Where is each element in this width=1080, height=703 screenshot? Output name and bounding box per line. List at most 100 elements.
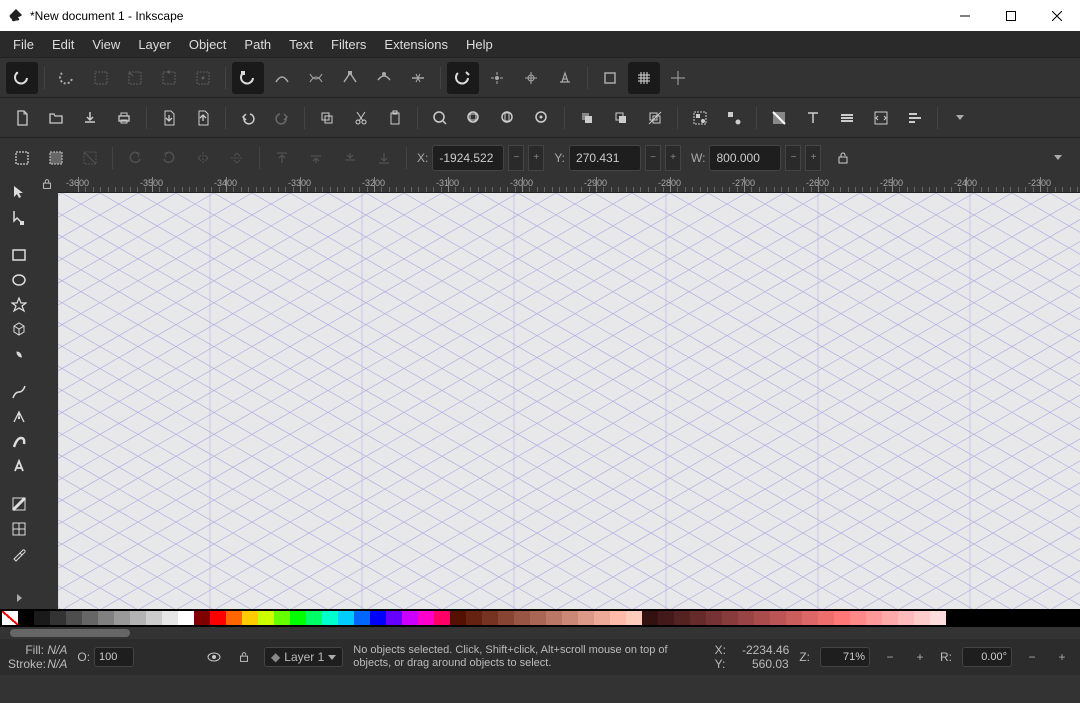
snap-guide-button[interactable] bbox=[662, 62, 694, 94]
vertical-ruler[interactable] bbox=[38, 191, 58, 609]
rotation-input[interactable] bbox=[962, 647, 1012, 667]
rotate-ccw[interactable]: − bbox=[1022, 647, 1042, 667]
swatch[interactable] bbox=[754, 611, 770, 625]
group-button[interactable] bbox=[684, 102, 716, 134]
opacity-input[interactable] bbox=[94, 647, 134, 667]
zoom-center-button[interactable] bbox=[526, 102, 558, 134]
zoom-input[interactable] bbox=[820, 647, 870, 667]
swatch[interactable] bbox=[434, 611, 450, 625]
swatch[interactable] bbox=[210, 611, 226, 625]
swatch[interactable] bbox=[98, 611, 114, 625]
zoom-drawing-button[interactable] bbox=[458, 102, 490, 134]
layer-lock-toggle[interactable] bbox=[234, 647, 254, 667]
menu-file[interactable]: File bbox=[4, 31, 43, 57]
duplicate-button[interactable] bbox=[571, 102, 603, 134]
mesh-tool[interactable] bbox=[5, 518, 33, 541]
snap-bbox-center-button[interactable] bbox=[187, 62, 219, 94]
swatch[interactable] bbox=[242, 611, 258, 625]
palette-scrollbar[interactable] bbox=[10, 629, 130, 637]
swatch[interactable] bbox=[386, 611, 402, 625]
lower-button[interactable] bbox=[334, 142, 366, 174]
swatch[interactable] bbox=[82, 611, 98, 625]
swatch[interactable] bbox=[562, 611, 578, 625]
rect-tool[interactable] bbox=[5, 244, 33, 267]
unlink-clone-button[interactable] bbox=[639, 102, 671, 134]
swatch[interactable] bbox=[530, 611, 546, 625]
swatch[interactable] bbox=[818, 611, 834, 625]
y-plus[interactable]: + bbox=[665, 145, 681, 171]
snap-grid-button[interactable] bbox=[628, 62, 660, 94]
swatch[interactable] bbox=[290, 611, 306, 625]
ellipse-tool[interactable] bbox=[5, 269, 33, 292]
dropper-tool[interactable] bbox=[5, 542, 33, 565]
w-plus[interactable]: + bbox=[805, 145, 821, 171]
import-button[interactable] bbox=[153, 102, 185, 134]
rotate-ccw-button[interactable] bbox=[119, 142, 151, 174]
swatch[interactable] bbox=[850, 611, 866, 625]
export-button[interactable] bbox=[187, 102, 219, 134]
paste-button[interactable] bbox=[379, 102, 411, 134]
swatch[interactable] bbox=[802, 611, 818, 625]
swatch[interactable] bbox=[770, 611, 786, 625]
snap-smooth-button[interactable] bbox=[368, 62, 400, 94]
swatch[interactable] bbox=[2, 611, 18, 625]
swatch[interactable] bbox=[546, 611, 562, 625]
menu-filters[interactable]: Filters bbox=[322, 31, 375, 57]
swatch[interactable] bbox=[194, 611, 210, 625]
swatch[interactable] bbox=[114, 611, 130, 625]
swatch[interactable] bbox=[642, 611, 658, 625]
undo-button[interactable] bbox=[232, 102, 264, 134]
select-all-button[interactable] bbox=[6, 142, 38, 174]
snap-bbox-edge-button[interactable] bbox=[85, 62, 117, 94]
rotate-cw-button[interactable] bbox=[153, 142, 185, 174]
flip-v-button[interactable] bbox=[221, 142, 253, 174]
menu-view[interactable]: View bbox=[83, 31, 129, 57]
pen-tool[interactable] bbox=[5, 405, 33, 428]
star-tool[interactable] bbox=[5, 293, 33, 316]
flip-h-button[interactable] bbox=[187, 142, 219, 174]
zoom-selection-button[interactable] bbox=[424, 102, 456, 134]
swatch[interactable] bbox=[610, 611, 626, 625]
x-minus[interactable]: − bbox=[508, 145, 524, 171]
w-input[interactable] bbox=[709, 145, 781, 171]
menu-text[interactable]: Text bbox=[280, 31, 322, 57]
stroke-value[interactable]: N/A bbox=[47, 657, 67, 671]
swatch[interactable] bbox=[130, 611, 146, 625]
lock-aspect-button[interactable] bbox=[827, 142, 859, 174]
swatch[interactable] bbox=[786, 611, 802, 625]
menu-edit[interactable]: Edit bbox=[43, 31, 83, 57]
y-minus[interactable]: − bbox=[645, 145, 661, 171]
snap-text-baseline-button[interactable] bbox=[549, 62, 581, 94]
swatch[interactable] bbox=[322, 611, 338, 625]
swatch[interactable] bbox=[66, 611, 82, 625]
layer-selector[interactable]: ◆ Layer 1 bbox=[264, 647, 343, 667]
menu-layer[interactable]: Layer bbox=[129, 31, 180, 57]
text-tool[interactable] bbox=[5, 455, 33, 478]
swatch[interactable] bbox=[274, 611, 290, 625]
swatch[interactable] bbox=[514, 611, 530, 625]
x-input[interactable] bbox=[432, 145, 504, 171]
swatch[interactable] bbox=[594, 611, 610, 625]
new-doc-button[interactable] bbox=[6, 102, 38, 134]
selector-tool[interactable] bbox=[5, 181, 33, 204]
minimize-button[interactable] bbox=[942, 0, 988, 31]
snap-intersection-button[interactable] bbox=[300, 62, 332, 94]
swatch[interactable] bbox=[866, 611, 882, 625]
snap-bbox-button[interactable] bbox=[51, 62, 83, 94]
swatch[interactable] bbox=[578, 611, 594, 625]
fill-value[interactable]: N/A bbox=[47, 643, 67, 657]
swatch[interactable] bbox=[162, 611, 178, 625]
snap-rotation-center-button[interactable] bbox=[515, 62, 547, 94]
menu-object[interactable]: Object bbox=[180, 31, 236, 57]
swatch[interactable] bbox=[18, 611, 34, 625]
fill-stroke-button[interactable] bbox=[763, 102, 795, 134]
xml-editor-button[interactable] bbox=[865, 102, 897, 134]
pencil-tool[interactable] bbox=[5, 381, 33, 404]
save-button[interactable] bbox=[74, 102, 106, 134]
swatch[interactable] bbox=[402, 611, 418, 625]
swatch[interactable] bbox=[482, 611, 498, 625]
snap-cusp-button[interactable] bbox=[334, 62, 366, 94]
redo-button[interactable] bbox=[266, 102, 298, 134]
select-all-layers-button[interactable] bbox=[40, 142, 72, 174]
w-minus[interactable]: − bbox=[785, 145, 801, 171]
